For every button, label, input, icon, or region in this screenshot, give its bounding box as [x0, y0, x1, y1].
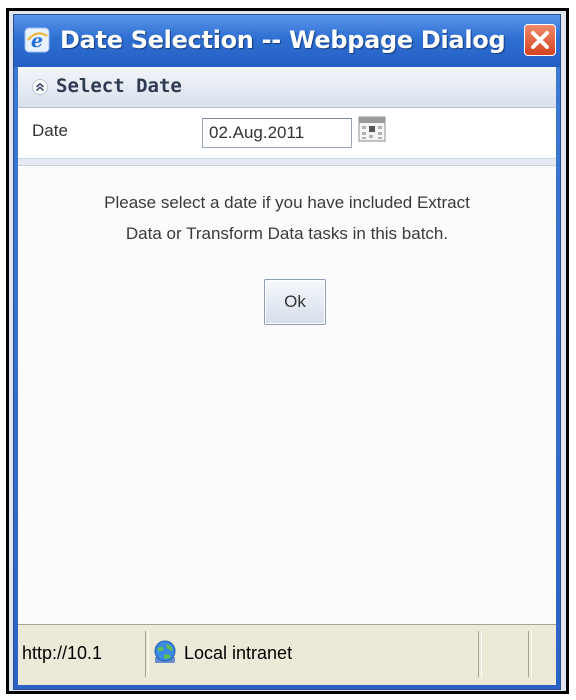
date-input[interactable]: 02.Aug.2011 — [202, 118, 352, 148]
calendar-icon[interactable] — [358, 116, 386, 142]
instruction-message: Please select a date if you have include… — [18, 187, 556, 249]
status-url: http://10.1 — [22, 643, 103, 663]
status-zone: Local intranet — [184, 643, 293, 663]
close-button[interactable] — [524, 24, 556, 56]
status-separator — [478, 631, 482, 677]
window-title: Date Selection -- Webpage Dialog — [60, 26, 506, 54]
section-header[interactable]: Select Date — [18, 67, 556, 108]
section-title: Select Date — [56, 75, 182, 97]
title-bar[interactable]: e Date Selection -- Webpage Dialog — [14, 15, 560, 67]
status-separator — [528, 631, 532, 677]
message-line-1: Please select a date if you have include… — [104, 193, 470, 212]
date-row: Date 02.Aug.2011 — [18, 108, 556, 159]
message-line-2: Data or Transform Data tasks in this bat… — [125, 224, 449, 243]
ie-icon: e — [24, 27, 50, 53]
globe-icon — [154, 640, 176, 663]
ok-button[interactable]: Ok — [264, 279, 326, 325]
collapse-up-icon[interactable] — [32, 79, 48, 95]
dialog-window: e Date Selection -- Webpage Dialog Selec… — [13, 14, 561, 690]
section-divider — [18, 159, 556, 166]
status-bar: http://10.1 Local intranet — [18, 624, 556, 685]
status-separator — [145, 631, 149, 677]
dialog-content: Select Date Date 02.Aug.2011 Please sele… — [18, 67, 556, 685]
close-icon — [531, 31, 549, 49]
date-label: Date — [32, 121, 68, 140]
